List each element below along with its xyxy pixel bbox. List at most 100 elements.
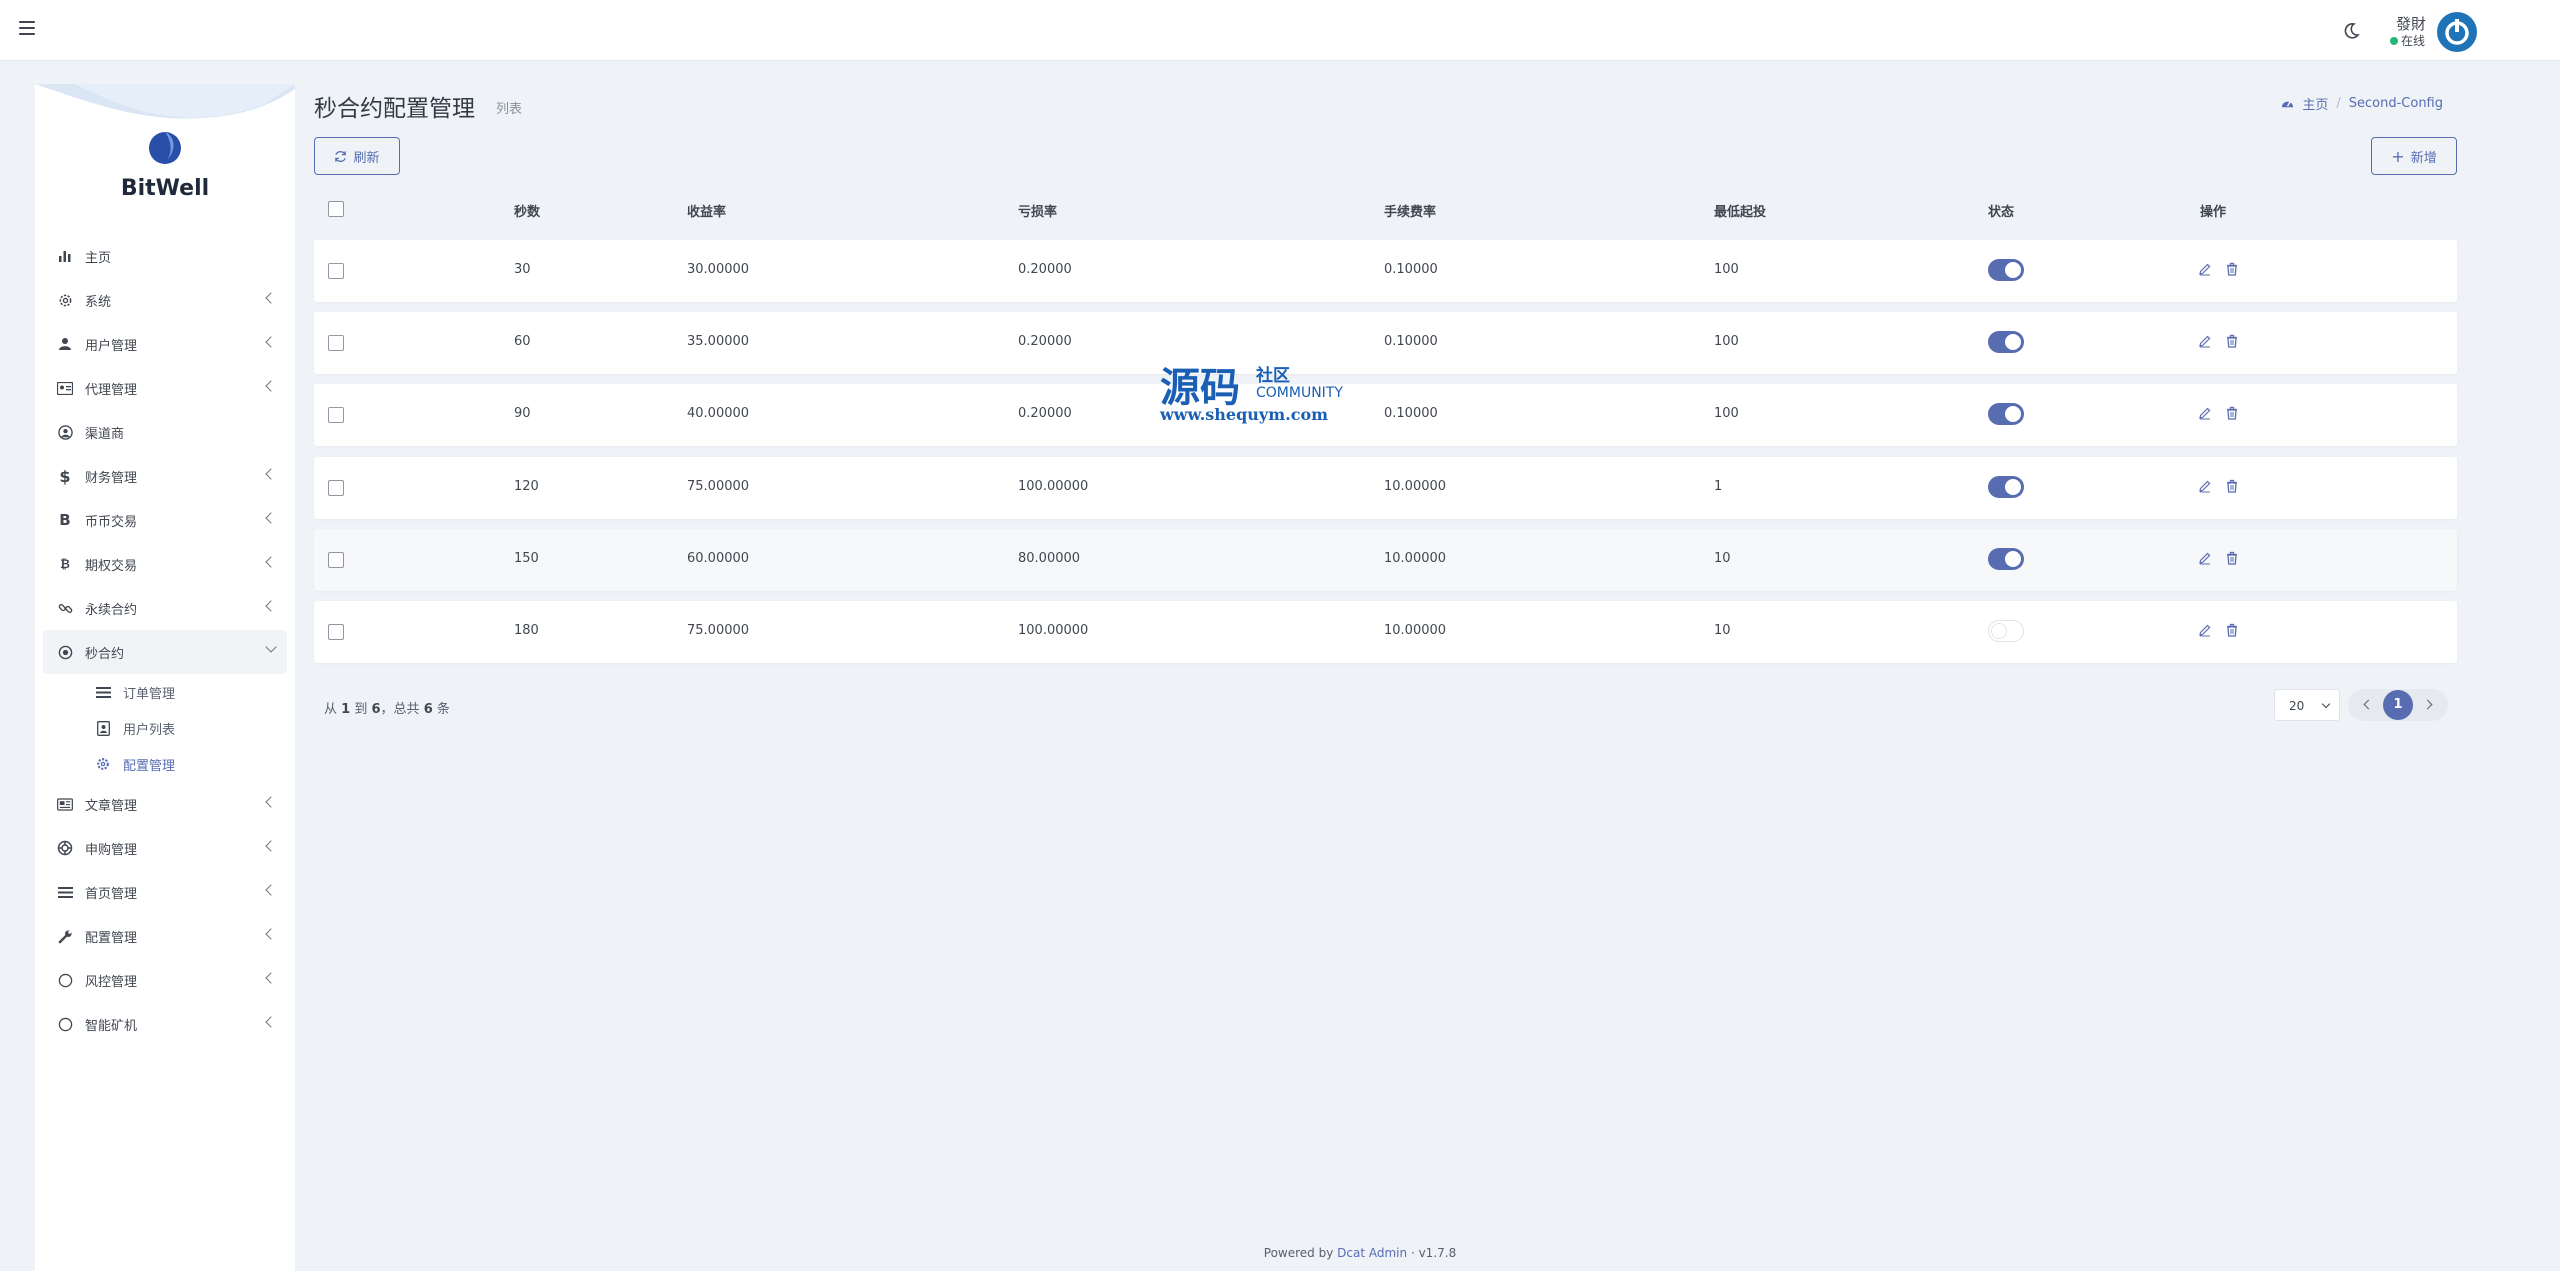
- sidebar-subitem-label: 配置管理: [123, 758, 176, 774]
- page-number-current[interactable]: 1: [2383, 690, 2413, 720]
- breadcrumb-home[interactable]: 主页: [2302, 94, 2328, 113]
- status-toggle[interactable]: [1988, 620, 2024, 642]
- pagination: 1: [2348, 689, 2448, 721]
- trash-icon[interactable]: [2225, 479, 2239, 493]
- chevron-left-icon: [265, 796, 277, 808]
- row-checkbox[interactable]: [328, 263, 344, 279]
- chevron-left-icon: [265, 512, 277, 524]
- row-checkbox[interactable]: [328, 407, 344, 423]
- menu-toggle-icon[interactable]: [19, 21, 35, 35]
- add-new-button[interactable]: + 新增: [2371, 137, 2457, 175]
- trash-icon[interactable]: [2225, 551, 2239, 565]
- trash-icon[interactable]: [2225, 334, 2239, 348]
- toggle-knob: [2005, 551, 2021, 567]
- sidebar-item-articles[interactable]: 文章管理: [43, 782, 287, 826]
- table-row[interactable]: 30 30.00000 0.20000 0.10000 100: [314, 240, 2457, 302]
- table-row[interactable]: 120 75.00000 100.00000 10.00000 1: [314, 457, 2457, 519]
- trash-icon[interactable]: [2225, 262, 2239, 276]
- row-checkbox[interactable]: [328, 335, 344, 351]
- summary-start: 1: [341, 702, 351, 717]
- sidebar-item-options[interactable]: ₿ 期权交易: [43, 542, 287, 586]
- status-toggle[interactable]: [1988, 403, 2024, 425]
- chevron-left-icon: [265, 1016, 277, 1028]
- status-toggle[interactable]: [1988, 331, 2024, 353]
- sidebar-item-second-contract[interactable]: 秒合约: [43, 630, 287, 674]
- chevron-left-icon: [265, 600, 277, 612]
- table-row[interactable]: 180 75.00000 100.00000 10.00000 10: [314, 601, 2457, 663]
- sidebar-item-mining[interactable]: 智能矿机: [43, 1002, 287, 1046]
- trash-icon[interactable]: [2225, 623, 2239, 637]
- cell-fee-rate: 10.00000: [1384, 551, 1447, 566]
- sidebar-item-homepage[interactable]: 首页管理: [43, 870, 287, 914]
- dollar-icon: $: [59, 466, 71, 486]
- sidebar-item-label: 秒合约: [85, 646, 125, 662]
- table-row[interactable]: 90 40.00000 0.20000 0.10000 100: [314, 384, 2457, 446]
- sidebar-item-settings[interactable]: 配置管理: [43, 914, 287, 958]
- cell-loss-rate: 100.00000: [1018, 623, 1089, 638]
- cell-seconds: 90: [514, 406, 531, 421]
- user-status-label: 在线: [2401, 34, 2426, 48]
- sidebar-item-risk-control[interactable]: 风控管理: [43, 958, 287, 1002]
- list-icon: [95, 684, 111, 700]
- row-checkbox[interactable]: [328, 624, 344, 640]
- table-row[interactable]: 60 35.00000 0.20000 0.10000 100: [314, 312, 2457, 374]
- status-toggle[interactable]: [1988, 259, 2024, 281]
- sidebar-subitem-orders[interactable]: 订单管理: [43, 674, 287, 710]
- footer-link[interactable]: Dcat Admin: [1337, 1246, 1407, 1260]
- column-header-profit-rate[interactable]: 收益率: [687, 201, 726, 220]
- status-toggle[interactable]: [1988, 548, 2024, 570]
- sidebar-item-finance[interactable]: $ 财务管理: [43, 454, 287, 498]
- select-all-checkbox[interactable]: [328, 201, 344, 217]
- sidebar-item-system[interactable]: 系统: [43, 278, 287, 322]
- watermark-text: 社区: [1256, 366, 1290, 386]
- row-checkbox[interactable]: [328, 552, 344, 568]
- avatar[interactable]: [2437, 12, 2477, 52]
- cell-min-invest: 100: [1714, 406, 1739, 421]
- summary-total: 6: [423, 702, 433, 717]
- sidebar-item-spot-trading[interactable]: B 币币交易: [43, 498, 287, 542]
- sidebar-item-subscriptions[interactable]: 申购管理: [43, 826, 287, 870]
- sidebar-item-label: 申购管理: [85, 842, 138, 858]
- footer-version: · v1.7.8: [1410, 1246, 1457, 1260]
- dot-circle-icon: [57, 644, 73, 660]
- dark-mode-icon[interactable]: [2341, 21, 2361, 41]
- chevron-down-icon: [265, 641, 277, 653]
- list-icon: [57, 884, 73, 900]
- sidebar-item-label: 代理管理: [85, 382, 138, 398]
- row-checkbox[interactable]: [328, 480, 344, 496]
- page-title: 秒合约配置管理: [314, 96, 475, 122]
- sidebar-subitem-label: 用户列表: [123, 722, 176, 738]
- user-name[interactable]: 發財: [2396, 13, 2426, 34]
- column-header-loss-rate[interactable]: 亏损率: [1018, 201, 1057, 220]
- sidebar-item-perpetual[interactable]: 永续合约: [43, 586, 287, 630]
- previous-page-icon[interactable]: [2363, 699, 2374, 710]
- edit-icon[interactable]: [2198, 262, 2212, 276]
- trash-icon[interactable]: [2225, 406, 2239, 420]
- chevron-left-icon: [265, 884, 277, 896]
- toggle-knob: [2005, 406, 2021, 422]
- refresh-button[interactable]: 刷新: [314, 137, 400, 175]
- sidebar-item-channels[interactable]: 渠道商: [43, 410, 287, 454]
- edit-icon[interactable]: [2198, 334, 2212, 348]
- sidebar-item-label: 期权交易: [85, 558, 138, 574]
- column-header-min-invest[interactable]: 最低起投: [1714, 201, 1766, 220]
- sidebar-item-label: 财务管理: [85, 470, 138, 486]
- edit-icon[interactable]: [2198, 623, 2212, 637]
- status-toggle[interactable]: [1988, 476, 2024, 498]
- column-header-seconds[interactable]: 秒数: [514, 201, 540, 220]
- column-header-fee-rate[interactable]: 手续费率: [1384, 201, 1436, 220]
- edit-icon[interactable]: [2198, 406, 2212, 420]
- sidebar-subitem-user-list[interactable]: 用户列表: [43, 710, 287, 746]
- sidebar-item-users[interactable]: 用户管理: [43, 322, 287, 366]
- summary-text: ，总共: [380, 702, 420, 717]
- edit-icon[interactable]: [2198, 479, 2212, 493]
- sidebar-item-label: 智能矿机: [85, 1018, 138, 1034]
- sidebar-item-agents[interactable]: 代理管理: [43, 366, 287, 410]
- per-page-select[interactable]: 20: [2274, 689, 2340, 721]
- edit-icon[interactable]: [2198, 551, 2212, 565]
- sidebar-item-home[interactable]: 主页: [43, 234, 287, 278]
- sidebar-item-label: 用户管理: [85, 338, 138, 354]
- sidebar-subitem-config[interactable]: 配置管理: [43, 746, 287, 782]
- next-page-icon[interactable]: [2422, 699, 2433, 710]
- table-row[interactable]: 150 60.00000 80.00000 10.00000 10: [314, 529, 2457, 591]
